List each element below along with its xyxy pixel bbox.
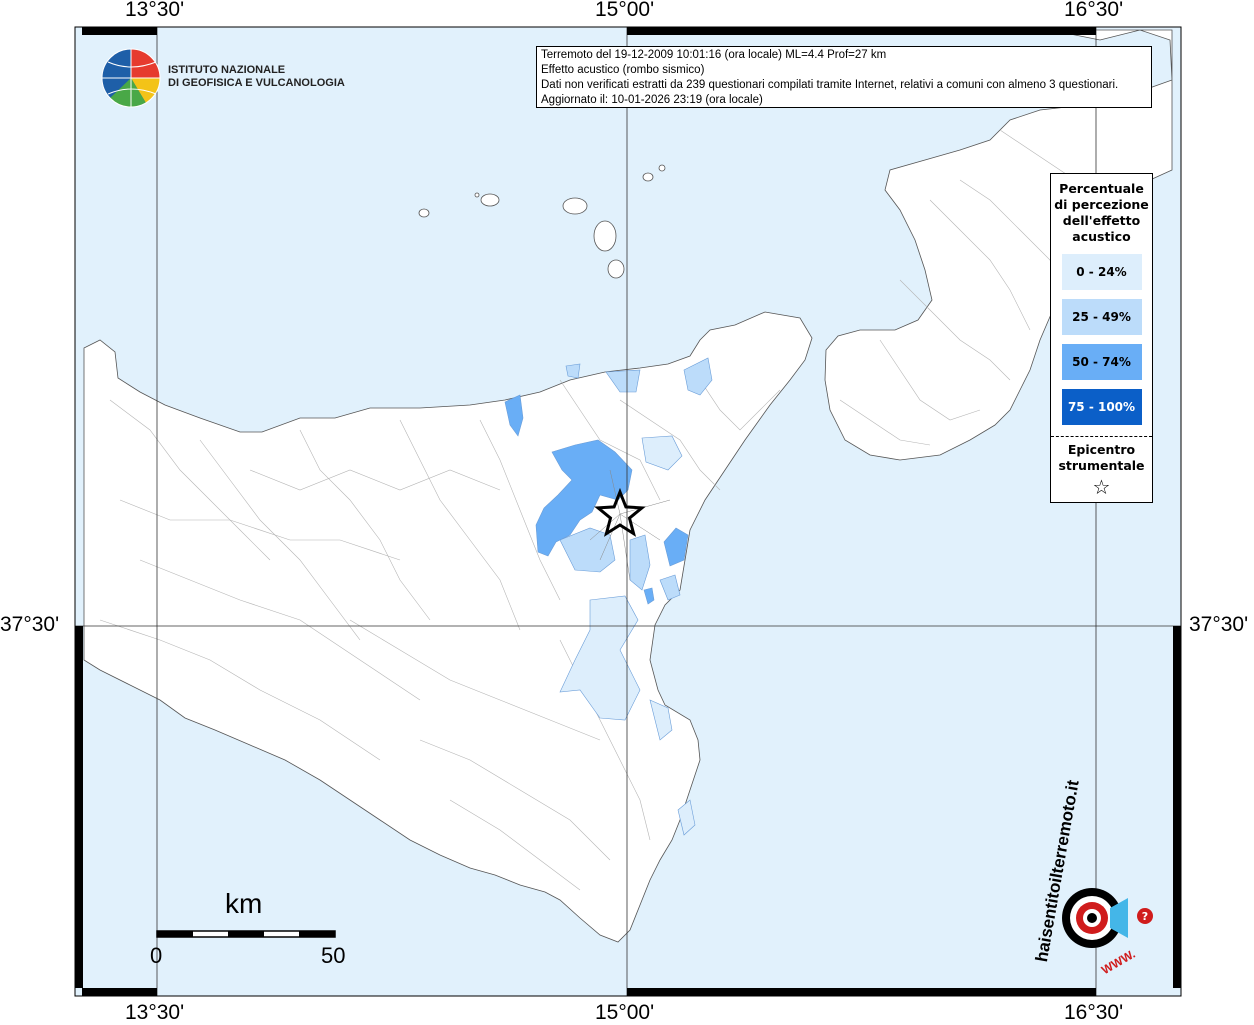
legend-star-icon: ☆ — [1092, 475, 1111, 499]
legend-separator — [1051, 436, 1152, 437]
event-effect: Effetto acustico (rombo sismico) — [541, 64, 705, 76]
legend-item-0-24: 0 - 24% — [1061, 254, 1142, 290]
lon-label-top-1: 13°30' — [125, 0, 185, 21]
lon-label-bottom-3: 16°30' — [1064, 1001, 1124, 1024]
ingv-line2: DI GEOFISICA E VULCANOLOGIA — [168, 77, 345, 89]
lon-label-top-2: 15°00' — [595, 0, 655, 21]
lat-label-left: 37°30' — [0, 613, 60, 636]
ingv-globe-icon — [101, 48, 161, 108]
event-title: Terremoto del 19-12-2009 10:01:16 (ora l… — [541, 49, 887, 61]
area-25-49-c — [565, 363, 581, 379]
ingv-logo-text: ISTITUTO NAZIONALE DI GEOFISICA E VULCAN… — [168, 64, 345, 90]
legend-item-75-100: 75 - 100% — [1061, 389, 1142, 425]
svg-text:?: ? — [1142, 910, 1148, 923]
legend-epicenter-label: Epicentro strumentale — [1058, 442, 1145, 473]
legend-item-25-49: 25 - 49% — [1061, 299, 1142, 335]
lon-label-bottom-2: 15°00' — [595, 1001, 655, 1024]
legend-item-50-74: 50 - 74% — [1061, 344, 1142, 380]
lon-label-bottom-1: 13°30' — [125, 1001, 185, 1024]
event-info-box: Terremoto del 19-12-2009 10:01:16 (ora l… — [536, 46, 1152, 108]
scale-max: 50 — [321, 943, 346, 968]
lat-label-right: 37°30' — [1189, 613, 1249, 636]
scale-min: 0 — [150, 943, 163, 968]
scale-bar — [156, 930, 336, 938]
lon-label-top-3: 16°30' — [1064, 0, 1124, 21]
scale-unit: km — [225, 888, 263, 919]
ingv-line1: ISTITUTO NAZIONALE — [168, 64, 286, 76]
legend-title: Percentuale di percezione dell'effetto a… — [1054, 181, 1149, 244]
event-updated: Aggiornato il: 10-01-2026 23:19 (ora loc… — [541, 94, 763, 106]
legend: Percentuale di percezione dell'effetto a… — [1050, 173, 1153, 503]
event-data-note: Dati non verificati estratti da 239 ques… — [541, 79, 1119, 91]
